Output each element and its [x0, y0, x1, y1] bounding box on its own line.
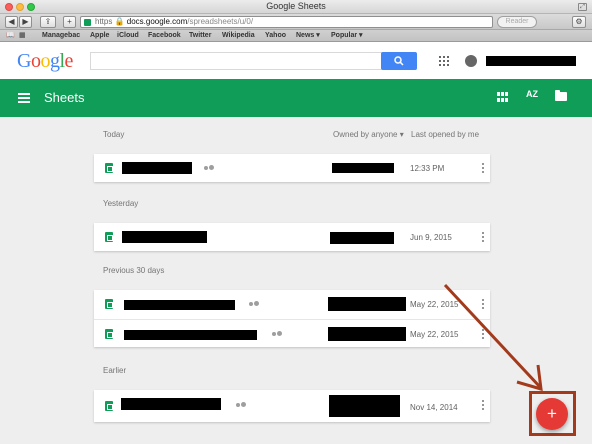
menu-icon[interactable] — [18, 93, 30, 103]
more-options-icon[interactable] — [482, 329, 484, 339]
address-bar[interactable]: https 🔒 docs.google.com/spreadsheets/u/0… — [80, 16, 493, 28]
file-list-card: Nov 14, 2014 — [94, 390, 490, 422]
bookmark-twitter[interactable]: Twitter — [189, 32, 211, 40]
top-sites-icon[interactable]: ▦ — [19, 32, 26, 40]
file-list-card: 12:33 PM — [94, 154, 490, 182]
bookmark-wikipedia[interactable]: Wikipedia — [222, 32, 255, 40]
search-icon — [394, 56, 404, 66]
file-name-redacted — [122, 231, 207, 243]
bookmark-facebook[interactable]: Facebook — [148, 32, 181, 40]
file-row[interactable]: May 22, 2015 — [94, 290, 490, 318]
file-row[interactable]: Nov 14, 2014 — [94, 390, 490, 422]
owner-redacted — [329, 395, 400, 417]
spreadsheet-icon — [105, 299, 113, 309]
owner-redacted — [332, 163, 394, 173]
sheets-app-bar: Sheets AZ — [0, 79, 592, 117]
back-button[interactable]: ◀ — [5, 16, 18, 28]
google-header: Google — [0, 42, 592, 79]
url-domain: docs.google.com — [126, 17, 188, 26]
url-path: /spreadsheets/u/0/ — [187, 17, 254, 26]
owner-filter-label: Owned by anyone — [333, 130, 398, 139]
bookmark-apple[interactable]: Apple — [90, 32, 109, 40]
settings-gear-button[interactable]: ⚙ — [572, 16, 586, 28]
sort-az-icon[interactable]: AZ — [526, 90, 538, 99]
notifications-icon[interactable] — [465, 55, 477, 67]
spreadsheet-icon — [105, 329, 113, 339]
file-row[interactable]: May 22, 2015 — [94, 319, 490, 347]
shared-people-icon — [236, 402, 246, 408]
spreadsheet-icon — [105, 401, 113, 411]
file-row[interactable]: 12:33 PM — [94, 154, 490, 182]
share-button[interactable]: ⇪ — [40, 16, 56, 28]
forward-button[interactable]: ▶ — [19, 16, 32, 28]
app-title: Sheets — [44, 90, 85, 105]
window-title: Google Sheets — [266, 1, 326, 11]
section-label-earlier: Earlier — [103, 366, 127, 375]
lock-icon: 🔒 — [114, 17, 127, 26]
more-options-icon[interactable] — [482, 232, 484, 242]
owner-filter-dropdown[interactable]: Owned by anyone ▾ — [333, 130, 404, 139]
add-bookmark-button[interactable]: + — [63, 16, 76, 28]
owner-redacted — [328, 327, 406, 341]
last-opened-date: May 22, 2015 — [410, 300, 459, 309]
shared-people-icon — [272, 331, 282, 337]
file-name-redacted — [124, 330, 257, 340]
last-opened-date: Jun 9, 2015 — [410, 233, 452, 242]
sheets-favicon-icon — [84, 19, 91, 26]
file-list-card: Jun 9, 2015 — [94, 223, 490, 251]
chevron-down-icon: ▾ — [399, 130, 404, 139]
google-logo[interactable]: Google — [17, 50, 73, 73]
file-row[interactable]: Jun 9, 2015 — [94, 223, 490, 251]
new-spreadsheet-button[interactable]: + — [536, 398, 568, 430]
grid-view-icon[interactable] — [497, 92, 508, 102]
owner-redacted — [328, 297, 406, 311]
file-name-redacted — [122, 162, 192, 174]
bookmarks-bar: 📖 ▦ Managebac Apple iCloud Facebook Twit… — [0, 30, 592, 42]
shared-people-icon — [204, 165, 214, 171]
last-opened-date: 12:33 PM — [410, 164, 445, 173]
browser-toolbar: ◀ ▶ ⇪ + https 🔒 docs.google.com/spreadsh… — [0, 14, 592, 30]
url-scheme: https — [95, 17, 113, 26]
window-title-bar: Google Sheets ⤢ — [0, 0, 592, 14]
reader-button[interactable]: Reader — [497, 16, 537, 28]
fullscreen-icon[interactable]: ⤢ — [578, 3, 587, 11]
bookmark-popular[interactable]: Popular ▾ — [331, 32, 363, 40]
spreadsheet-icon — [105, 232, 113, 242]
section-label-previous-30-days: Previous 30 days — [103, 266, 165, 275]
last-opened-date: May 22, 2015 — [410, 330, 459, 339]
section-label-today: Today — [103, 130, 125, 139]
last-opened-date: Nov 14, 2014 — [410, 403, 458, 412]
file-list-card: May 22, 2015 May 22, 2015 — [94, 290, 490, 347]
annotation-arrow-head — [516, 364, 543, 392]
search-button[interactable] — [381, 52, 417, 70]
more-options-icon[interactable] — [482, 163, 484, 173]
bookmark-icloud[interactable]: iCloud — [117, 32, 139, 40]
spreadsheet-icon — [105, 163, 113, 173]
sort-order-label[interactable]: Last opened by me — [411, 130, 479, 139]
search-input[interactable] — [90, 52, 382, 70]
account-name-redacted[interactable] — [486, 56, 576, 66]
folder-icon[interactable] — [555, 90, 567, 101]
bookmark-news[interactable]: News ▾ — [296, 32, 320, 40]
section-label-yesterday: Yesterday — [103, 199, 139, 208]
shared-people-icon — [249, 301, 259, 307]
apps-grid-icon[interactable] — [439, 56, 449, 66]
bookmark-managebac[interactable]: Managebac — [42, 32, 80, 40]
file-name-redacted — [121, 398, 221, 410]
more-options-icon[interactable] — [482, 299, 484, 309]
file-name-redacted — [124, 300, 235, 310]
more-options-icon[interactable] — [482, 400, 484, 410]
reading-list-icon[interactable]: 📖 — [6, 32, 15, 40]
bookmark-yahoo[interactable]: Yahoo — [265, 32, 286, 40]
owner-redacted — [330, 232, 394, 244]
